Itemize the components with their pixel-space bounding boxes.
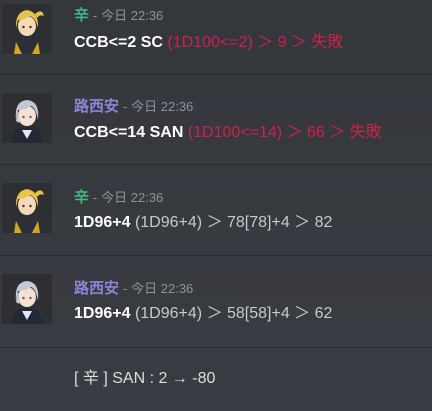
message-content: CCB<=14 SAN (1D100<=14) ＞ 66 ＞ 失敗 xyxy=(74,123,382,143)
timestamp: 今日 22:36 xyxy=(131,281,194,296)
blonde-character-avatar-icon[interactable] xyxy=(2,4,52,54)
message-header: 路西安 - 今日 22:36 xyxy=(74,97,193,116)
system-message: [ 辛 ] SAN : 2 → -80 xyxy=(74,370,216,387)
message-divider xyxy=(0,347,432,348)
author-name[interactable]: 辛 xyxy=(74,189,89,206)
roll-formula: (1D96+4) xyxy=(134,305,203,322)
separator: - xyxy=(122,99,128,114)
message-header: 辛 - 今日 22:36 xyxy=(74,6,163,25)
timestamp: 今日 22:36 xyxy=(101,190,164,205)
silver-haired-character-avatar-icon[interactable] xyxy=(2,274,52,324)
message-content: 1D96+4 (1D96+4) ＞ 78[78]+4 ＞ 82 xyxy=(74,213,332,233)
roll-result: (1D100<=2) ＞ 9 ＞ 失敗 xyxy=(167,34,344,51)
separator: - xyxy=(92,190,98,205)
roll-command: 1D96+4 xyxy=(74,305,131,322)
roll-formula: (1D96+4) xyxy=(134,214,203,231)
separator: - xyxy=(122,281,128,296)
chat-message: 路西安 - 今日 22:36 CCB<=14 SAN (1D100<=14) ＞… xyxy=(0,75,432,165)
message-content: 1D96+4 (1D96+4) ＞ 58[58]+4 ＞ 62 xyxy=(74,304,332,324)
author-name[interactable]: 辛 xyxy=(74,7,89,24)
roll-command: CCB<=14 SAN xyxy=(74,124,184,141)
roll-result: ＞ 78[78]+4 ＞ 82 xyxy=(206,214,333,231)
roll-command: CCB<=2 SC xyxy=(74,34,163,51)
roll-result: ＞ 58[58]+4 ＞ 62 xyxy=(206,305,333,322)
roll-result: (1D100<=14) ＞ 66 ＞ 失敗 xyxy=(187,124,382,141)
timestamp: 今日 22:36 xyxy=(101,8,164,23)
roll-command: 1D96+4 xyxy=(74,214,131,231)
silver-haired-character-avatar-icon[interactable] xyxy=(2,93,52,143)
blonde-character-avatar-icon[interactable] xyxy=(2,183,52,233)
message-header: 路西安 - 今日 22:36 xyxy=(74,279,193,298)
author-name[interactable]: 路西安 xyxy=(74,98,119,115)
chat-message: 辛 - 今日 22:36 CCB<=2 SC (1D100<=2) ＞ 9 ＞ … xyxy=(0,0,432,74)
chat-message: 路西安 - 今日 22:36 1D96+4 (1D96+4) ＞ 58[58]+… xyxy=(0,256,432,346)
message-content: CCB<=2 SC (1D100<=2) ＞ 9 ＞ 失敗 xyxy=(74,33,343,53)
chat-message: 辛 - 今日 22:36 1D96+4 (1D96+4) ＞ 78[78]+4 … xyxy=(0,165,432,254)
separator: - xyxy=(92,8,98,23)
author-name[interactable]: 路西安 xyxy=(74,280,119,297)
message-header: 辛 - 今日 22:36 xyxy=(74,188,163,207)
chat-log: 辛 - 今日 22:36 CCB<=2 SC (1D100<=2) ＞ 9 ＞ … xyxy=(0,0,432,411)
timestamp: 今日 22:36 xyxy=(131,99,194,114)
